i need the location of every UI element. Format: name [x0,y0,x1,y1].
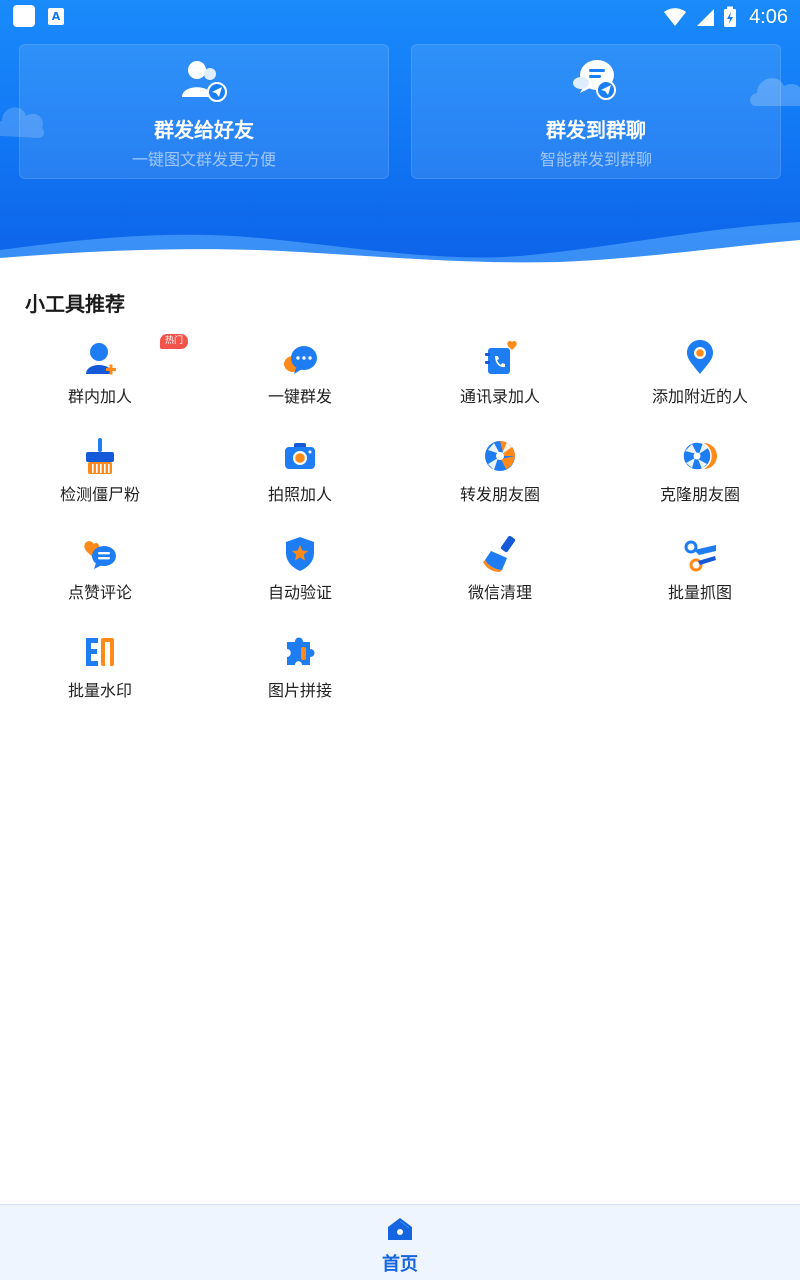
puzzle-icon [287,637,315,665]
cleaning-brush-icon [483,535,516,572]
mass-send-groups-card[interactable]: 群发到群聊 智能群发到群聊 [411,44,781,179]
tool-photo-add[interactable]: 拍照加人 [200,432,400,530]
battery-icon [724,6,737,27]
group-chat-send-icon [573,60,616,100]
tool-label: 通讯录加人 [459,387,540,406]
tool-image-stitch[interactable]: 图片拼接 [200,628,400,726]
tool-label: 点赞评论 [67,583,132,602]
tool-add-nearby[interactable]: 添加附近的人 [600,334,800,432]
card-title: 群发给好友 [154,118,254,142]
tool-batch-grab-images[interactable]: 批量抓图 [600,530,800,628]
header-banner: A 4:06 群发给好友 一键图文群发更方便 群发到群聊 智能群发到群聊 [0,0,800,264]
card-title: 群发到群聊 [546,118,646,142]
tool-add-from-group[interactable]: 热门 群内加人 [0,334,200,432]
camera-icon [285,443,315,469]
tool-label: 图片拼接 [267,681,332,700]
aperture-icon [485,441,515,471]
app-a-icon: A [48,8,64,25]
aperture-double-icon [682,441,717,471]
tool-label: 添加附近的人 [651,387,748,406]
nav-item-home[interactable]: 首页 [360,1205,440,1280]
nav-label: 首页 [382,1254,418,1275]
tool-label: 克隆朋友圈 [659,485,740,504]
app-square-icon [13,5,35,27]
watermark-icon [86,638,114,666]
tool-clone-moments[interactable]: 克隆朋友圈 [600,432,800,530]
tool-batch-watermark[interactable]: 批量水印 [0,628,200,726]
tool-contacts-add[interactable]: 通讯录加人 [400,334,600,432]
tool-auto-verify[interactable]: 自动验证 [200,530,400,628]
bottom-navigation: 首页 [0,1204,800,1280]
hot-badge: 热门 [160,334,189,349]
chat-bubbles-icon [284,346,317,374]
wifi-icon [664,8,687,26]
tool-label: 群内加人 [67,387,132,406]
tool-forward-moments[interactable]: 转发朋友圈 [400,432,600,530]
friends-send-icon [182,61,227,102]
scissors-icon [684,540,716,572]
tool-label: 自动验证 [267,583,332,602]
clock: 4:06 [749,5,788,28]
tool-one-click-send[interactable]: 一键群发 [200,334,400,432]
card-subtitle: 一键图文群发更方便 [131,150,276,169]
home-icon [388,1218,412,1240]
tool-label: 批量抓图 [667,583,732,602]
status-bar: A 4:06 [0,0,800,33]
signal-icon [697,9,715,26]
tool-label: 微信清理 [467,583,532,602]
tool-like-comment[interactable]: 点赞评论 [0,530,200,628]
tool-label: 批量水印 [67,681,132,700]
tool-label: 检测僵尸粉 [59,485,140,504]
tool-detect-zombie-fans[interactable]: 检测僵尸粉 [0,432,200,530]
shield-star-icon [286,537,314,571]
tool-label: 拍照加人 [267,485,332,504]
card-subtitle: 智能群发到群聊 [539,150,652,169]
broom-icon [86,438,114,474]
mass-send-friends-card[interactable]: 群发给好友 一键图文群发更方便 [19,44,389,179]
section-title: 小工具推荐 [25,292,125,316]
tool-label: 一键群发 [267,387,332,406]
app-screen: A 4:06 群发给好友 一键图文群发更方便 群发到群聊 智能群发到群聊 小工具… [0,0,800,1280]
add-person-icon [86,343,116,375]
contacts-icon [485,340,517,374]
like-comment-icon [84,541,116,569]
tool-label: 转发朋友圈 [459,485,540,504]
tool-wechat-clean[interactable]: 微信清理 [400,530,600,628]
location-pin-icon [687,340,713,374]
